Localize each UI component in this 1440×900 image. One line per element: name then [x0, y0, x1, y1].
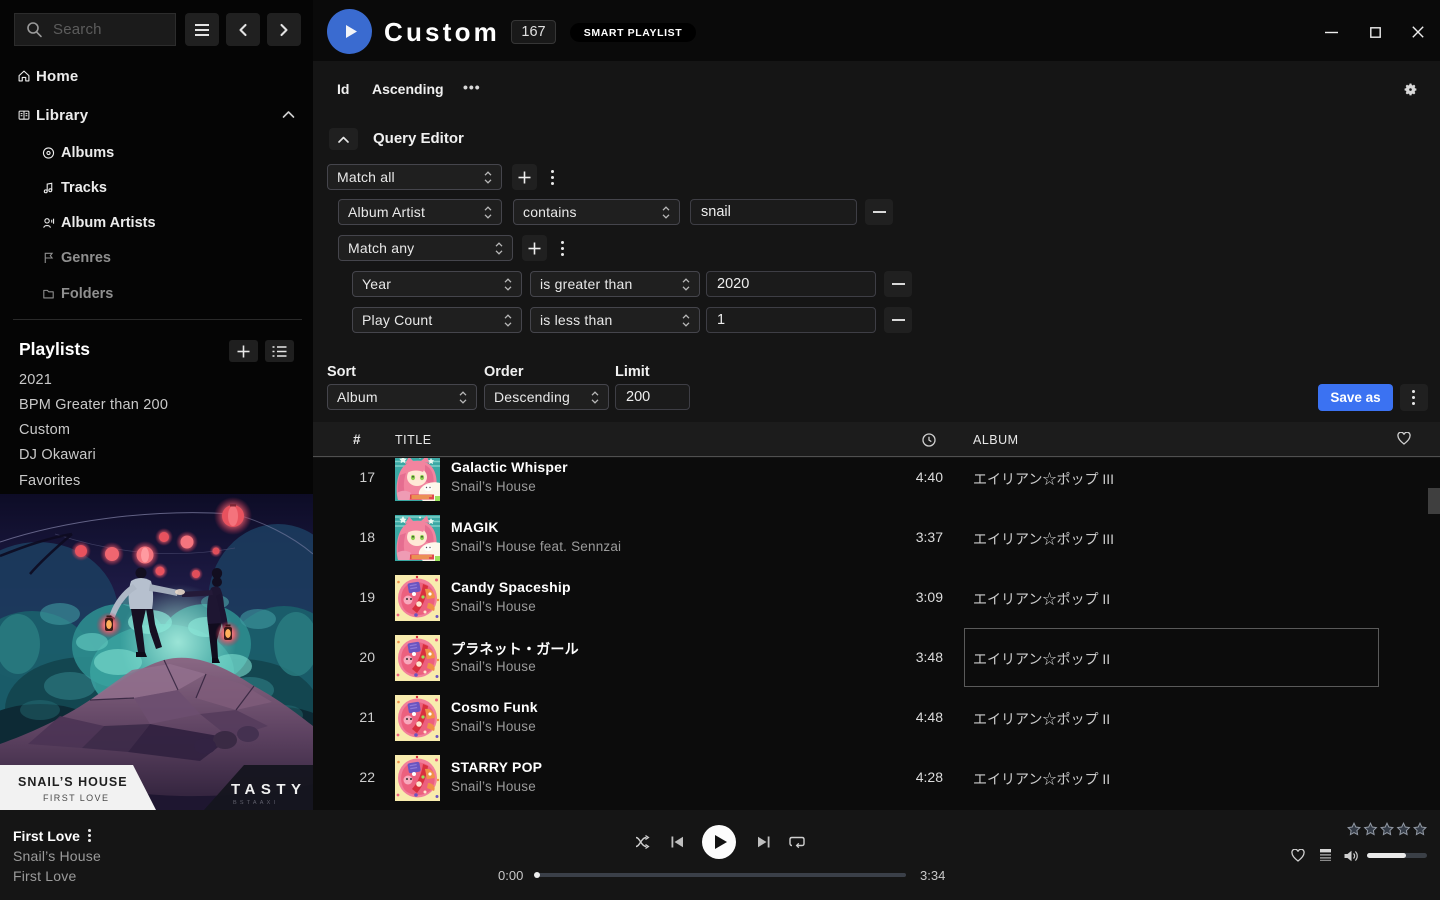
- svg-text:BSTAAXI: BSTAAXI: [233, 800, 278, 806]
- svg-text:SNAIL’S HOUSE: SNAIL’S HOUSE: [18, 775, 128, 789]
- svg-text:FIRST LOVE: FIRST LOVE: [43, 793, 109, 803]
- svg-text:TASTY: TASTY: [231, 781, 307, 798]
